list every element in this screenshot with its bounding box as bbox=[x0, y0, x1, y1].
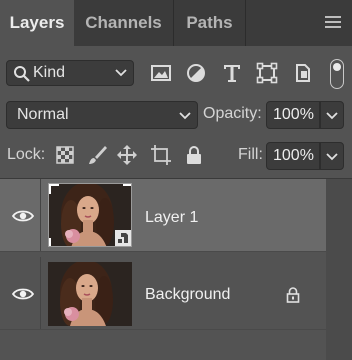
panel-tab-bar: Layers Channels Paths bbox=[0, 0, 352, 46]
blend-mode-label: Normal bbox=[17, 106, 69, 123]
tab-channels[interactable]: Channels bbox=[74, 0, 174, 46]
shape-filter-icon[interactable] bbox=[256, 62, 278, 84]
layer-thumbnail[interactable] bbox=[48, 262, 132, 326]
filter-kind-select[interactable]: Kind bbox=[6, 60, 134, 86]
fill-input[interactable]: 100% bbox=[266, 142, 320, 170]
panel-menu-icon[interactable] bbox=[325, 16, 341, 30]
layer-separator bbox=[0, 251, 326, 252]
tab-paths[interactable]: Paths bbox=[174, 0, 246, 46]
toggle-knob bbox=[333, 63, 341, 71]
layers-scrollbar-track[interactable] bbox=[326, 179, 352, 360]
lock-all-icon[interactable] bbox=[183, 144, 205, 166]
layer-row-layer-1[interactable]: Layer 1 bbox=[0, 179, 326, 252]
visibility-eye-icon[interactable] bbox=[12, 287, 34, 301]
opacity-label: Opacity: bbox=[203, 105, 262, 122]
layer-name[interactable]: Background bbox=[145, 286, 230, 304]
chevron-down-icon bbox=[326, 153, 338, 161]
lock-label: Lock: bbox=[7, 146, 46, 163]
smart-object-filter-icon[interactable] bbox=[292, 62, 314, 84]
chevron-down-icon bbox=[115, 69, 127, 77]
layer-row-background[interactable]: Background bbox=[0, 257, 326, 330]
lock-image-pixels-brush-icon[interactable] bbox=[86, 144, 108, 166]
filter-toggle-switch[interactable] bbox=[330, 59, 344, 89]
chevron-down-icon bbox=[179, 112, 191, 120]
portrait-thumbnail-image bbox=[48, 262, 132, 326]
chevron-down-icon bbox=[326, 112, 338, 120]
opacity-dropdown-button[interactable] bbox=[320, 101, 344, 129]
fill-dropdown-button[interactable] bbox=[320, 142, 344, 170]
layer-separator bbox=[0, 329, 326, 330]
layers-panel: Layers Channels Paths Kind Normal Opacit… bbox=[0, 0, 352, 360]
visibility-eye-icon[interactable] bbox=[12, 209, 34, 223]
lock-transparent-pixels-icon[interactable] bbox=[54, 144, 76, 166]
layer-name[interactable]: Layer 1 bbox=[145, 209, 198, 227]
background-lock-icon[interactable] bbox=[286, 287, 300, 303]
opacity-input[interactable]: 100% bbox=[266, 101, 320, 129]
visibility-column-divider bbox=[40, 179, 41, 252]
search-icon bbox=[14, 66, 30, 82]
lock-position-move-icon[interactable] bbox=[116, 144, 138, 166]
lock-artboard-icon[interactable] bbox=[150, 144, 172, 166]
empty-layers-area bbox=[0, 332, 326, 360]
blend-mode-select[interactable]: Normal bbox=[6, 101, 198, 129]
tab-layers[interactable]: Layers bbox=[0, 0, 74, 46]
smart-object-badge-icon bbox=[115, 230, 131, 246]
visibility-column-divider bbox=[40, 257, 41, 330]
filter-kind-label: Kind bbox=[33, 64, 66, 81]
image-filter-icon[interactable] bbox=[150, 62, 172, 84]
layer-thumbnail[interactable] bbox=[48, 183, 132, 247]
fill-label: Fill: bbox=[238, 146, 263, 163]
type-filter-icon[interactable] bbox=[221, 62, 243, 84]
adjustment-filter-icon[interactable] bbox=[185, 62, 207, 84]
